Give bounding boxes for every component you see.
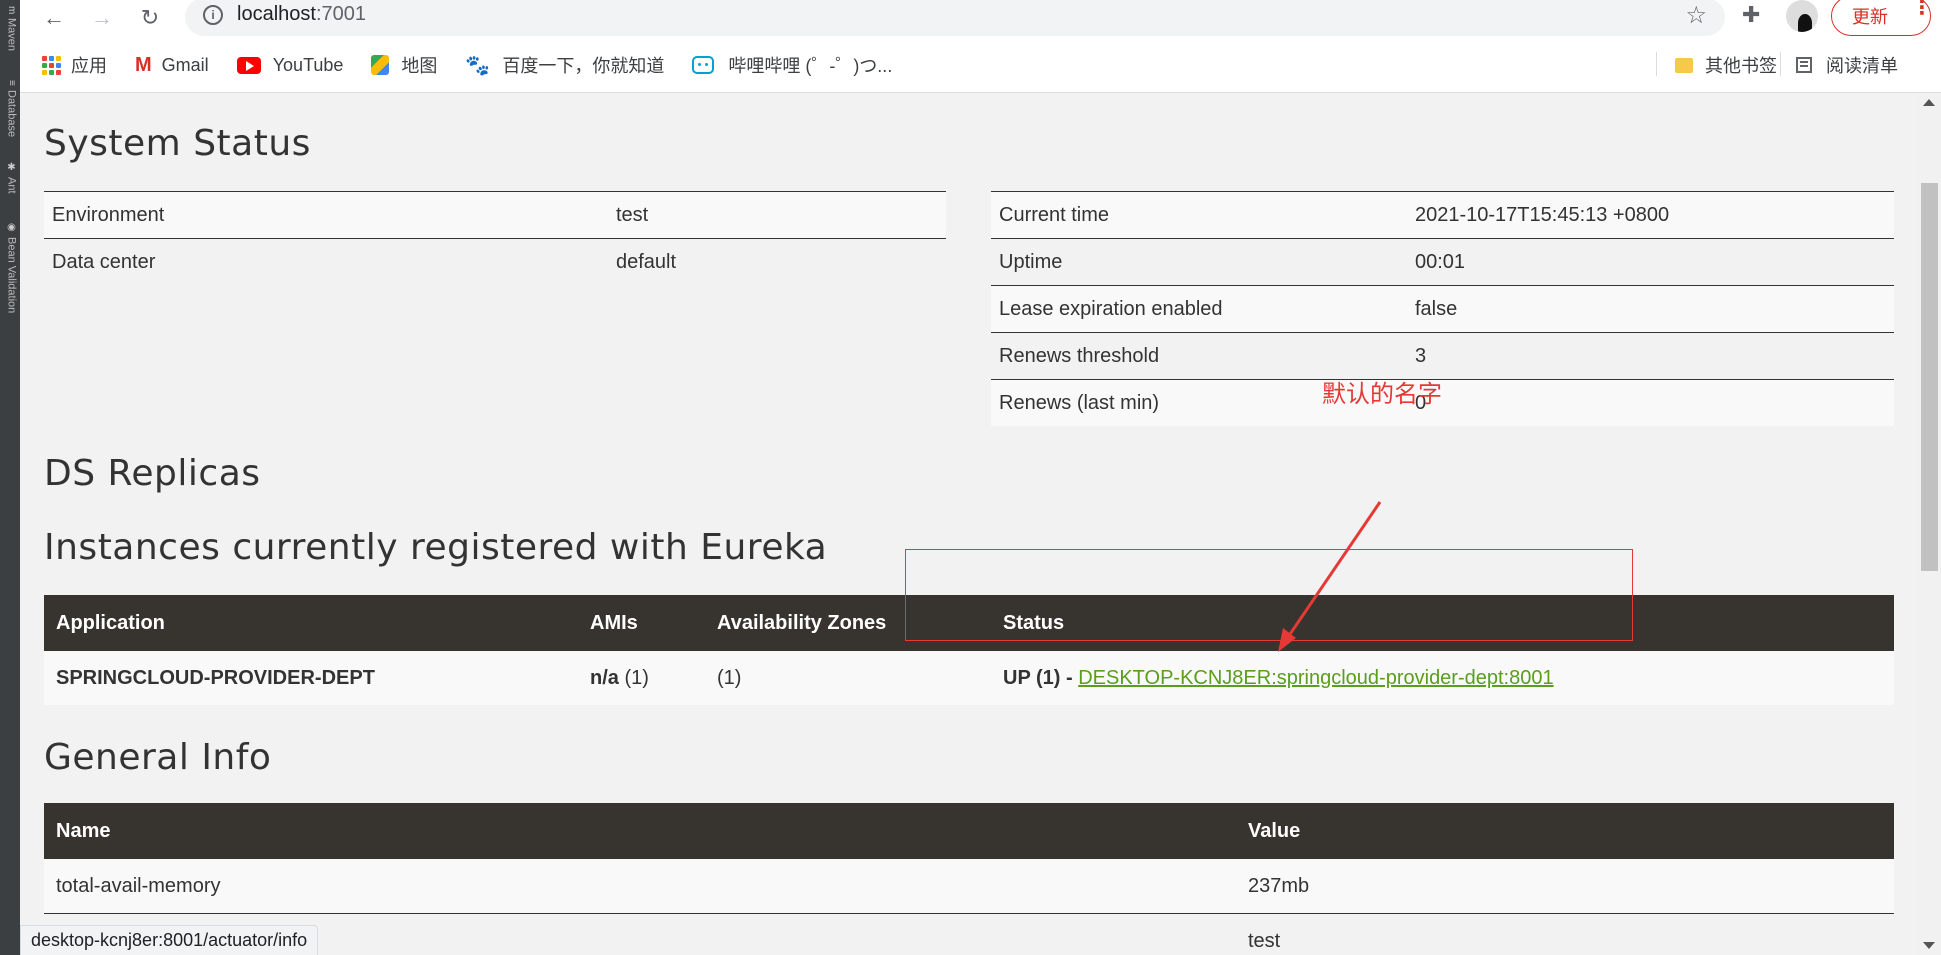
maven-icon: m	[6, 6, 17, 15]
ide-tab-label: Database	[5, 89, 18, 137]
ide-tab-ant[interactable]: ✱ Ant	[0, 162, 20, 194]
annotation-arrow	[1278, 501, 1382, 652]
ide-tab-bean-validation[interactable]: ◉ Bean Validation	[0, 222, 20, 313]
ant-icon: ✱	[6, 162, 17, 173]
scroll-down-arrow-icon[interactable]	[1923, 942, 1935, 949]
scroll-up-arrow-icon[interactable]	[1923, 99, 1935, 106]
bean-validation-icon: ◉	[6, 222, 17, 233]
annotation-arrow-line	[1284, 501, 1382, 641]
ide-tool-window-strip: m Maven ≡ Database ✱ Ant ◉ Bean Validati…	[0, 0, 20, 955]
ide-tab-label: Ant	[5, 177, 18, 194]
status-bar-url: desktop-kcnj8er:8001/actuator/info	[31, 930, 308, 950]
ide-tab-label: Bean Validation	[5, 237, 18, 314]
ide-tab-label: Maven	[5, 18, 18, 52]
ide-tab-database[interactable]: ≡ Database	[0, 80, 20, 137]
database-icon: ≡	[6, 80, 17, 86]
ide-tab-maven[interactable]: m Maven	[0, 6, 20, 51]
scroll-thumb[interactable]	[1921, 183, 1938, 571]
vertical-scrollbar[interactable]	[1918, 93, 1941, 955]
link-status-bar: desktop-kcnj8er:8001/actuator/info	[20, 925, 319, 955]
